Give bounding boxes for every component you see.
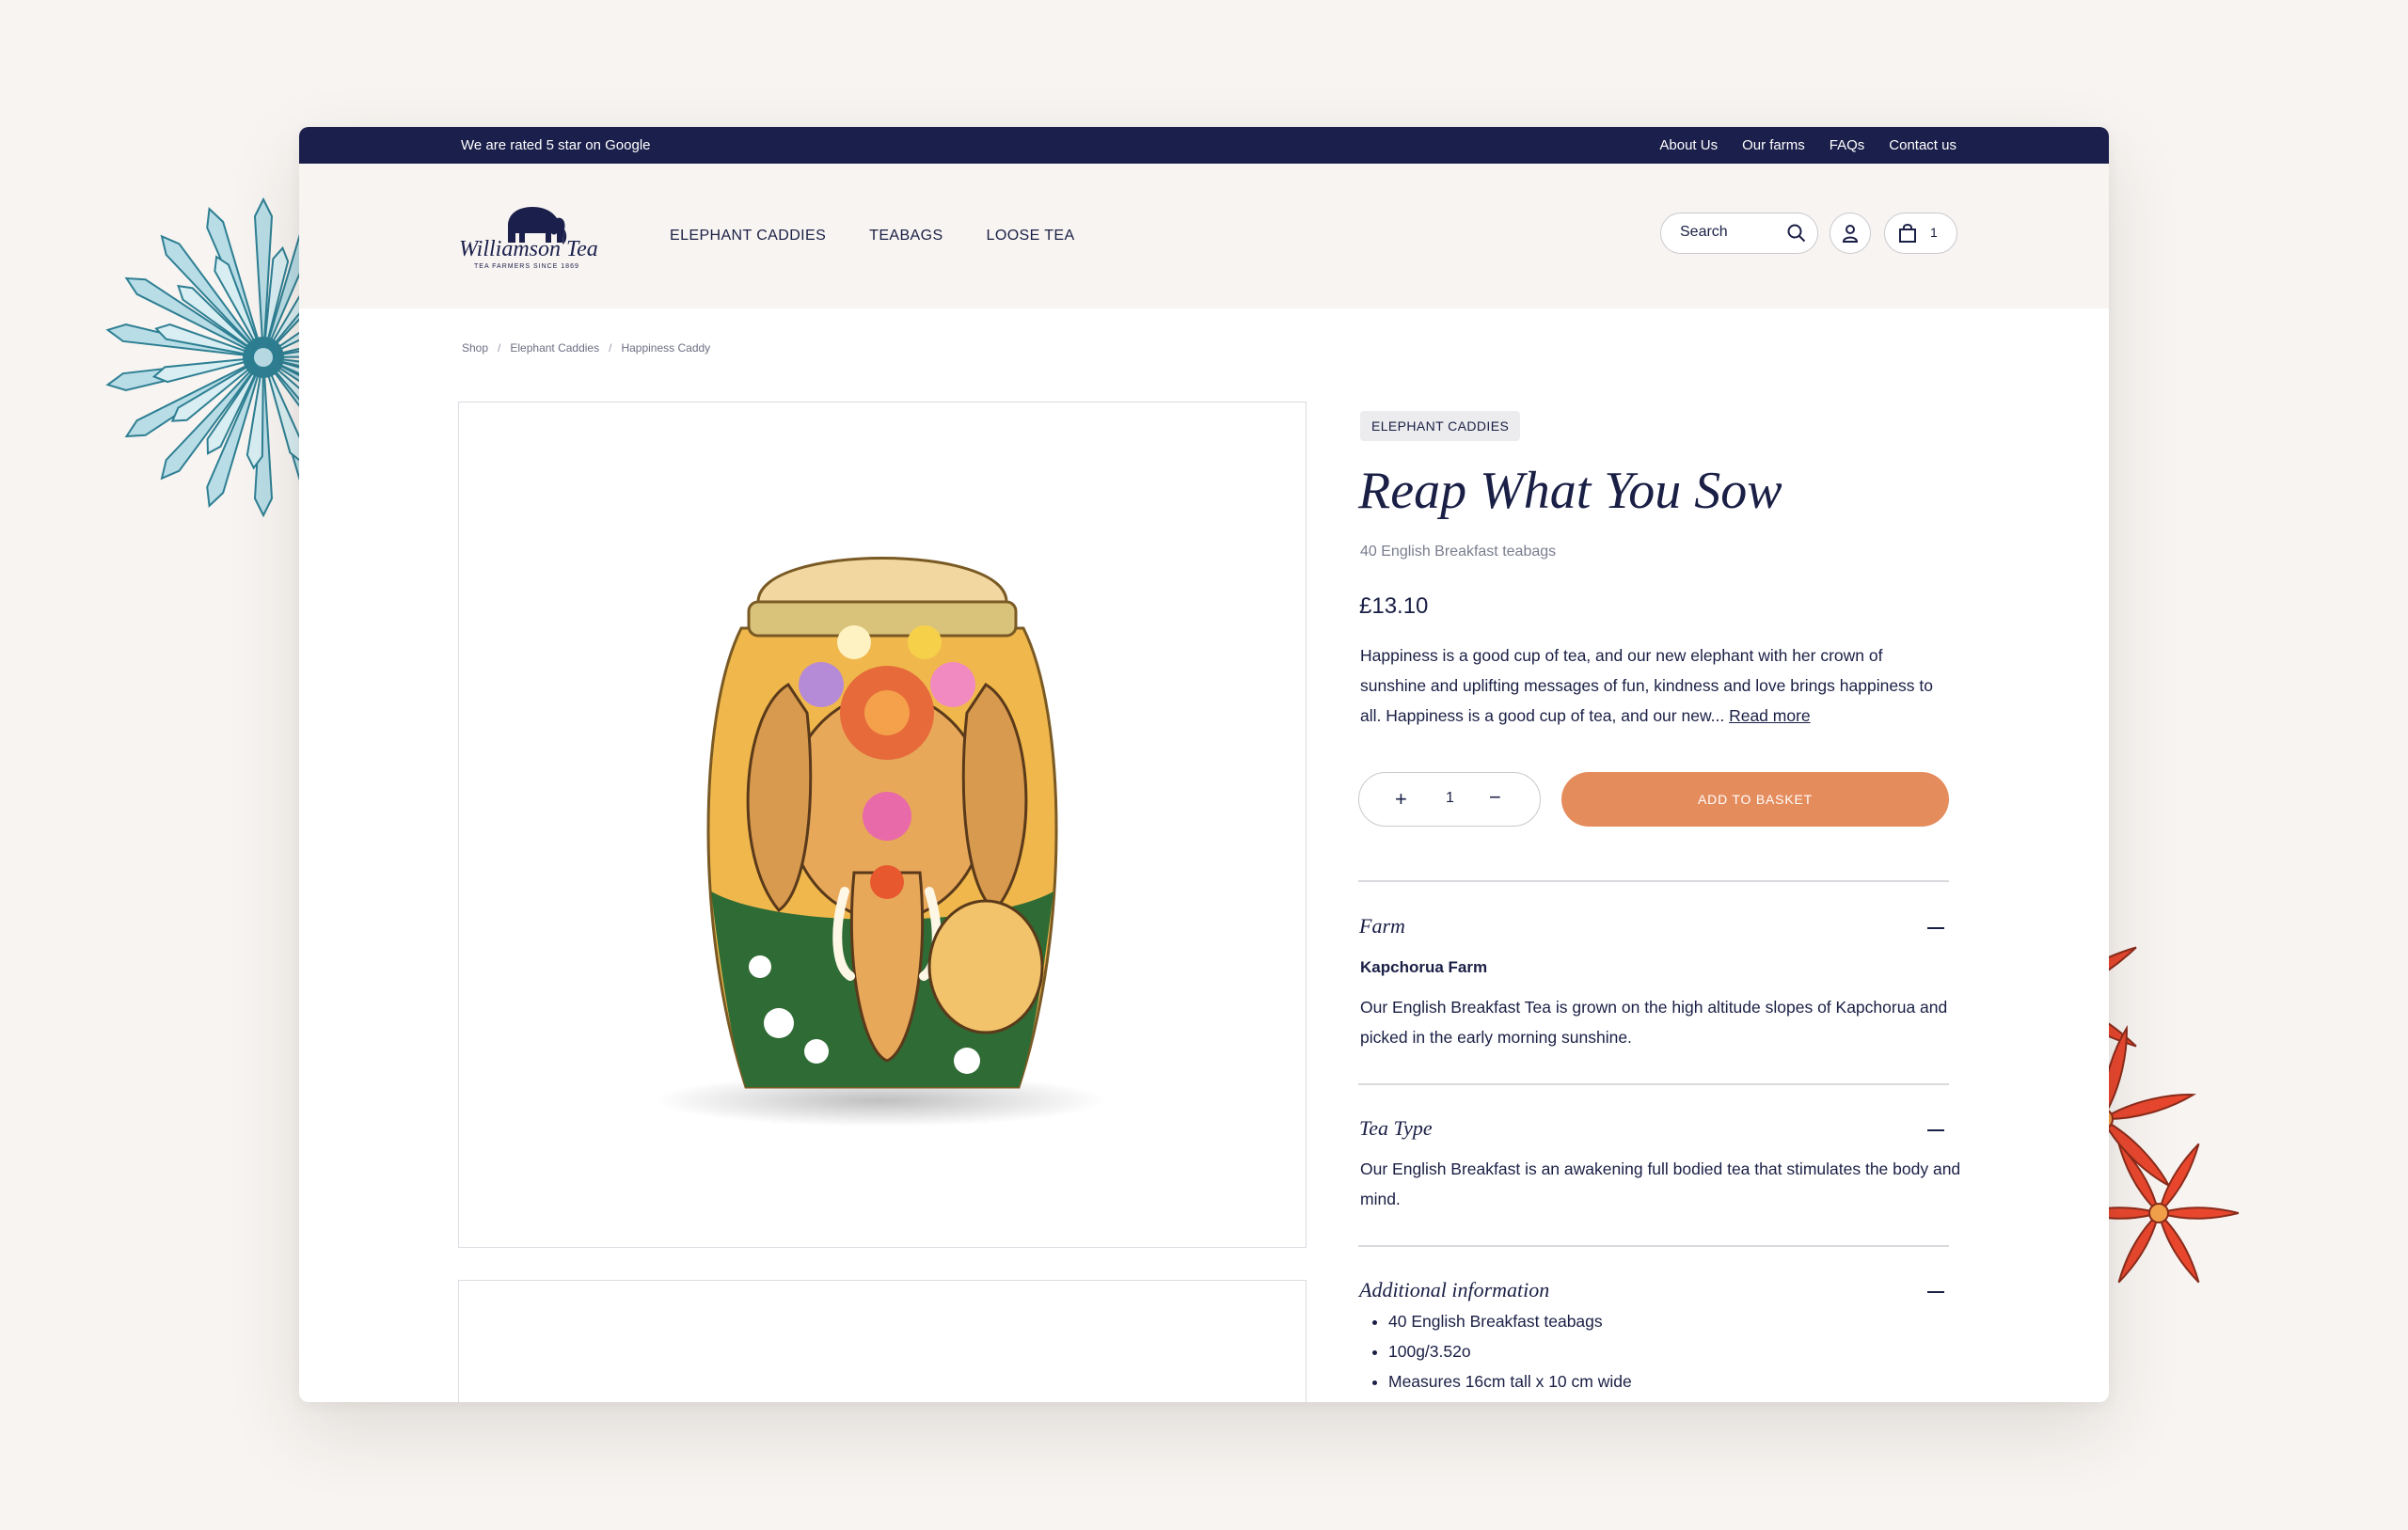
search-input[interactable] (1680, 224, 1774, 241)
list-item: 100g/3.52o (1388, 1336, 1632, 1366)
search-box[interactable] (1660, 213, 1818, 254)
additional-info-section-title[interactable]: Additional information (1359, 1278, 1549, 1302)
farm-description: Our English Breakfast Tea is grown on th… (1360, 998, 1948, 1047)
add-to-basket-button[interactable]: ADD TO BASKET (1561, 772, 1949, 827)
tea-type-section-title[interactable]: Tea Type (1359, 1116, 1433, 1141)
list-item: Measures 16cm tall x 10 cm wide (1388, 1366, 1632, 1396)
basket-count: 1 (1930, 225, 1938, 240)
breadcrumb: Shop / Elephant Caddies / Happiness Cadd… (462, 341, 710, 355)
top-links: About Us Our farms FAQs Contact us (1659, 137, 1956, 153)
additional-info-list: 40 English Breakfast teabags 100g/3.52o … (1360, 1306, 1632, 1396)
product-title: Reap What You Sow (1358, 462, 1782, 520)
nav-loose-tea[interactable]: LOOSE TEA (987, 228, 1075, 244)
farm-collapse-icon[interactable] (1927, 927, 1944, 929)
product-subtitle: 40 English Breakfast teabags (1360, 544, 1557, 560)
contact-us-link[interactable]: Contact us (1889, 137, 1956, 153)
account-button[interactable] (1830, 213, 1871, 254)
increase-quantity-button[interactable]: + (1395, 787, 1407, 812)
tea-type-description: Our English Breakfast is an awakening fu… (1360, 1159, 1961, 1208)
elephant-caddy-image (655, 557, 1106, 1127)
product-description: Happiness is a good cup of tea, and our … (1360, 640, 1943, 731)
google-rating-text: We are rated 5 star on Google (461, 137, 651, 153)
williamson-tea-logo[interactable]: Williamson Tea TEA FARMERS SINCE 1869 (459, 201, 600, 272)
faqs-link[interactable]: FAQs (1830, 137, 1865, 153)
browser-window: We are rated 5 star on Google About Us O… (299, 127, 2109, 1402)
divider (1358, 1245, 1949, 1247)
user-icon (1842, 225, 1859, 243)
divider (1358, 880, 1949, 882)
read-more-link[interactable]: Read more (1729, 706, 1811, 725)
our-farms-link[interactable]: Our farms (1742, 137, 1805, 153)
description-text: Happiness is a good cup of tea, and our … (1360, 646, 1934, 725)
quantity-stepper: + 1 − (1358, 772, 1541, 827)
decrease-quantity-button[interactable]: − (1489, 785, 1501, 810)
tea-type-collapse-icon[interactable] (1927, 1129, 1944, 1131)
site-header: Williamson Tea TEA FARMERS SINCE 1869 EL… (299, 164, 2109, 308)
nav-elephant-caddies[interactable]: ELEPHANT CADDIES (670, 228, 826, 244)
search-icon[interactable] (1787, 224, 1806, 243)
category-tag[interactable]: ELEPHANT CADDIES (1360, 411, 1521, 441)
about-us-link[interactable]: About Us (1659, 137, 1718, 153)
logo-tagline: TEA FARMERS SINCE 1869 (474, 263, 579, 270)
shopping-bag-icon (1899, 224, 1916, 243)
breadcrumb-separator: / (498, 341, 501, 355)
top-announcement-bar: We are rated 5 star on Google About Us O… (299, 127, 2109, 164)
breadcrumb-current: Happiness Caddy (621, 341, 711, 355)
farm-section-title[interactable]: Farm (1359, 914, 1405, 939)
breadcrumb-elephant-caddies[interactable]: Elephant Caddies (510, 341, 599, 355)
additional-info-collapse-icon[interactable] (1927, 1291, 1944, 1293)
divider (1358, 1083, 1949, 1085)
logo-wordmark: Williamson Tea (459, 237, 598, 261)
breadcrumb-shop[interactable]: Shop (462, 341, 488, 355)
farm-name: Kapchorua Farm (1360, 958, 1488, 976)
main-nav: ELEPHANT CADDIES TEABAGS LOOSE TEA (670, 228, 1075, 244)
quantity-value[interactable]: 1 (1446, 790, 1454, 807)
basket-button[interactable]: 1 (1884, 213, 1957, 254)
product-price: £13.10 (1359, 593, 1429, 619)
breadcrumb-separator: / (609, 341, 612, 355)
nav-teabags[interactable]: TEABAGS (869, 228, 943, 244)
product-image-secondary[interactable] (458, 1280, 1307, 1402)
list-item: 40 English Breakfast teabags (1388, 1306, 1632, 1336)
product-image-main[interactable] (458, 402, 1307, 1248)
